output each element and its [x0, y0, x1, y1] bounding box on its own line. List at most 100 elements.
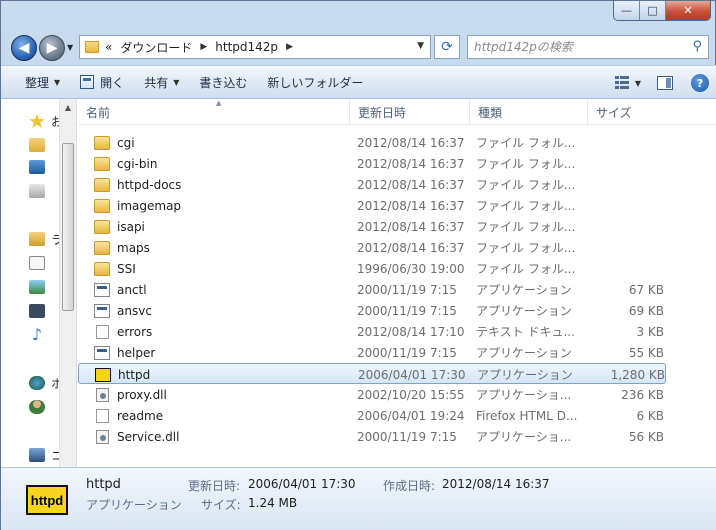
help-icon[interactable]: ?: [691, 74, 709, 92]
chevron-down-icon[interactable]: ▼: [635, 79, 641, 88]
burn-button[interactable]: 書き込む: [189, 68, 257, 96]
table-row[interactable]: anctl 2000/11/19 7:15 アプリケーション 67 KB: [78, 279, 716, 300]
new-folder-label: 新しいフォルダー: [267, 75, 364, 90]
file-date: 2012/08/14 16:37: [357, 177, 465, 192]
column-label: サイズ: [596, 105, 632, 120]
share-menu[interactable]: 共有 ▼: [134, 68, 189, 96]
table-row[interactable]: readme 2006/04/01 19:24 Firefox HTML D... 6…: [78, 405, 716, 426]
table-row[interactable]: isapi 2012/08/14 16:37 ファイル フォル...: [78, 216, 716, 237]
nav-scrollbar[interactable]: ▲: [59, 99, 76, 467]
file-date: 2012/08/14 16:37: [357, 219, 465, 234]
new-folder-button[interactable]: 新しいフォルダー: [257, 68, 373, 96]
recent-pages-dropdown-icon[interactable]: ▼: [67, 43, 73, 52]
minimize-button[interactable]: —: [614, 1, 640, 20]
file-name-cell: imagemap: [94, 195, 334, 216]
nav-item-pictures[interactable]: [29, 277, 51, 297]
preview-pane-icon[interactable]: [657, 76, 673, 90]
nav-item-music[interactable]: ♪: [29, 325, 51, 345]
search-input[interactable]: [474, 37, 684, 57]
file-size: [590, 174, 664, 195]
column-header: 名前 ▲ 更新日時 種類 サイズ: [78, 99, 716, 125]
title-bar[interactable]: — □ ✕: [1, 1, 716, 29]
nav-item-recent[interactable]: [29, 181, 51, 201]
file-size: [590, 237, 664, 258]
folder-icon: [94, 261, 110, 276]
column-type[interactable]: 種類: [470, 99, 588, 125]
scroll-up-icon[interactable]: ▲: [60, 99, 76, 115]
forward-button[interactable]: ▶: [39, 35, 65, 61]
file-name-cell: readme: [94, 405, 334, 426]
address-dropdown-icon[interactable]: ▼: [417, 41, 424, 51]
nav-item-documents[interactable]: [29, 253, 51, 273]
address-bar[interactable]: « ダウンロード ▶ httpd142p ▶ ▼: [79, 35, 431, 59]
breadcrumb-downloads[interactable]: ダウンロード: [120, 39, 192, 56]
view-details-icon[interactable]: [614, 76, 631, 90]
created-value: 2012/08/14 16:37: [442, 477, 550, 491]
table-row[interactable]: httpd-docs 2012/08/14 16:37 ファイル フォル...: [78, 174, 716, 195]
table-row[interactable]: imagemap 2012/08/14 16:37 ファイル フォル...: [78, 195, 716, 216]
nav-item-homegroup[interactable]: ホ: [29, 373, 63, 393]
table-row[interactable]: proxy.dll 2002/10/20 15:55 アプリケーショ... 236 K…: [78, 384, 716, 405]
column-size[interactable]: サイズ: [588, 99, 678, 125]
file-date: 2006/04/01 17:30: [358, 367, 466, 382]
file-type: ファイル フォル...: [476, 199, 576, 213]
table-row[interactable]: Service.dll 2000/11/19 7:15 アプリケーショ... 56 K…: [78, 426, 716, 447]
file-name: cgi-bin: [117, 156, 158, 171]
file-type: アプリケーショ...: [476, 430, 572, 444]
search-box: ⚲: [467, 35, 709, 59]
documents-icon: [29, 256, 45, 270]
back-button[interactable]: ◀: [11, 35, 37, 61]
nav-item-downloads[interactable]: [29, 135, 51, 155]
file-type: ファイル フォル...: [476, 178, 576, 192]
refresh-button[interactable]: ⟳: [434, 35, 460, 59]
nav-item-computer[interactable]: コ: [29, 445, 63, 465]
chevron-right-icon[interactable]: ▶: [200, 42, 207, 52]
open-label: 開く: [100, 75, 125, 90]
table-row[interactable]: httpd 2006/04/01 17:30 アプリケーション 1,280 KB: [78, 363, 666, 384]
nav-item-favorites[interactable]: お: [29, 111, 63, 131]
videos-icon: [29, 304, 45, 318]
scrollbar-thumb[interactable]: [62, 143, 74, 311]
breadcrumb-overflow[interactable]: «: [105, 40, 112, 54]
close-button[interactable]: ✕: [666, 1, 710, 20]
table-row[interactable]: cgi-bin 2012/08/14 16:37 ファイル フォル...: [78, 153, 716, 174]
file-size: [590, 216, 664, 237]
file-name-cell: anctl: [94, 279, 334, 300]
file-name: isapi: [117, 219, 145, 234]
file-size: [590, 195, 664, 216]
table-row[interactable]: ansvc 2000/11/19 7:15 アプリケーション 69 KB: [78, 300, 716, 321]
nav-item-libraries[interactable]: ラ: [29, 229, 63, 249]
file-date: 2000/11/19 7:15: [357, 429, 457, 444]
file-name-cell: httpd-docs: [94, 174, 334, 195]
file-date: 2012/08/14 16:37: [357, 240, 465, 255]
file-type: アプリケーション: [477, 368, 573, 382]
table-row[interactable]: cgi 2012/08/14 16:37 ファイル フォル...: [78, 132, 716, 153]
search-icon[interactable]: ⚲: [692, 39, 702, 54]
table-row[interactable]: maps 2012/08/14 16:37 ファイル フォル...: [78, 237, 716, 258]
column-name[interactable]: 名前: [78, 99, 350, 125]
table-row[interactable]: helper 2000/11/19 7:15 アプリケーション 55 KB: [78, 342, 716, 363]
recent-places-icon: [29, 184, 45, 198]
table-row[interactable]: errors 2012/08/14 17:10 テキスト ドキュ... 3 KB: [78, 321, 716, 342]
folder-icon: [85, 41, 99, 53]
nav-item-desktop[interactable]: [29, 157, 51, 177]
file-rows: cgi 2012/08/14 16:37 ファイル フォル... cgi-bin 201…: [78, 132, 716, 447]
nav-item-user[interactable]: [29, 397, 51, 417]
open-button[interactable]: 開く: [70, 68, 134, 96]
content-area: お ラ ♪ ホ コ ▲ 名前 ▲ 更新日時 種類 サイズ cgi 2012/08…: [1, 99, 716, 496]
breadcrumb-current[interactable]: httpd142p: [215, 40, 278, 54]
downloads-icon: [29, 138, 45, 152]
table-row[interactable]: SSI 1996/06/30 19:00 ファイル フォル...: [78, 258, 716, 279]
organize-menu[interactable]: 整理 ▼: [15, 68, 70, 96]
file-name: Service.dll: [117, 429, 180, 444]
refresh-icon: ⟳: [441, 39, 453, 55]
maximize-button[interactable]: □: [640, 1, 666, 20]
application-icon: [94, 345, 110, 360]
file-name-cell: cgi: [94, 132, 334, 153]
chevron-right-icon[interactable]: ▶: [286, 42, 293, 52]
file-date: 2000/11/19 7:15: [357, 282, 457, 297]
user-icon: [29, 400, 45, 414]
chevron-down-icon: ▼: [173, 77, 180, 87]
nav-item-videos[interactable]: [29, 301, 51, 321]
column-date[interactable]: 更新日時: [350, 99, 470, 125]
